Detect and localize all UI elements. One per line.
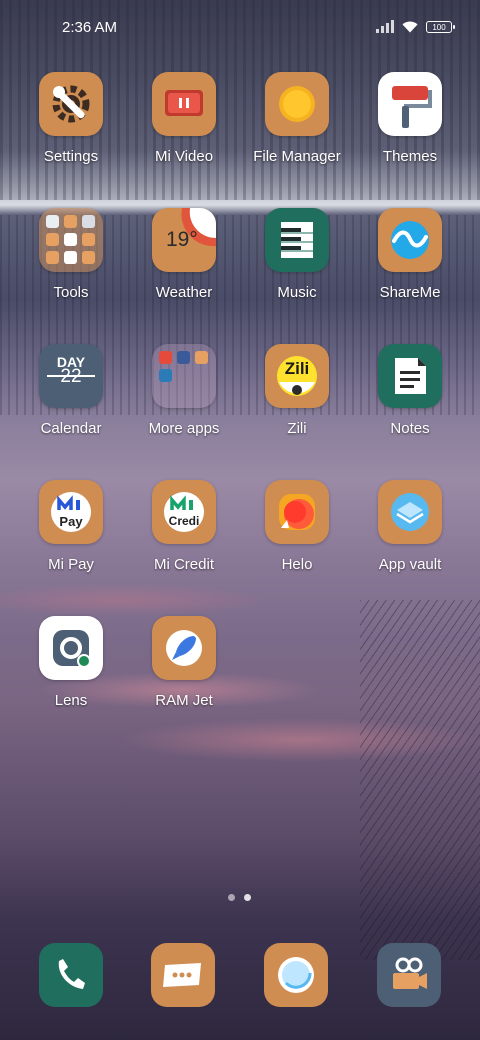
- app-file-manager[interactable]: File Manager: [241, 72, 353, 188]
- app-label: Themes: [382, 148, 438, 165]
- zili-icon: Zili: [265, 344, 329, 408]
- status-time: 2:36 AM: [62, 19, 118, 36]
- themes-icon: [378, 72, 442, 136]
- lens-icon: [39, 616, 103, 680]
- app-ram-jet[interactable]: RAM Jet: [128, 616, 240, 732]
- app-label: Mi Pay: [48, 556, 94, 573]
- app-label: Zili: [287, 420, 307, 437]
- ram-jet-icon: [152, 616, 216, 680]
- dock-messaging[interactable]: [151, 943, 215, 1007]
- app-label: Music: [277, 284, 317, 301]
- app-mi-video[interactable]: Mi Video: [128, 72, 240, 188]
- browser-icon: [264, 943, 328, 1007]
- app-music[interactable]: Music: [241, 208, 353, 324]
- page-dot-2[interactable]: [244, 894, 251, 901]
- mi-video-icon: [152, 72, 216, 136]
- app-zili[interactable]: Zili Zili: [241, 344, 353, 460]
- page-indicator: [228, 894, 251, 901]
- calendar-date: 22: [60, 366, 82, 387]
- dock-phone[interactable]: [39, 943, 103, 1007]
- file-manager-icon: [265, 72, 329, 136]
- status-icons: 100: [376, 20, 455, 33]
- app-label: Weather: [155, 284, 213, 301]
- app-helo[interactable]: Helo: [241, 480, 353, 596]
- camera-icon: [377, 943, 441, 1007]
- app-mi-pay[interactable]: Pay Mi Pay: [15, 480, 127, 596]
- phone-icon: [39, 943, 103, 1007]
- app-tools[interactable]: Tools: [15, 208, 127, 324]
- weather-icon: 19°: [152, 208, 216, 272]
- mi-credit-logo-text: Credi: [168, 514, 200, 528]
- app-label: Mi Video: [154, 148, 214, 165]
- app-notes[interactable]: Notes: [354, 344, 466, 460]
- battery-icon: 100: [426, 20, 455, 33]
- app-label: App vault: [378, 556, 442, 573]
- settings-icon: [39, 72, 103, 136]
- dock-browser[interactable]: [264, 943, 328, 1007]
- page-dot-1[interactable]: [228, 894, 235, 901]
- calendar-icon: DAY 22: [39, 344, 103, 408]
- app-label: RAM Jet: [155, 692, 213, 709]
- zili-logo-text: Zili: [284, 359, 310, 378]
- status-bar: 2:36 AM 100: [0, 0, 480, 56]
- app-label: Lens: [54, 692, 88, 709]
- app-label: Calendar: [40, 420, 102, 437]
- wifi-icon: [402, 21, 418, 33]
- app-vault-icon: [378, 480, 442, 544]
- helo-icon: [265, 480, 329, 544]
- app-label: Settings: [43, 148, 99, 165]
- tools-folder-icon: [39, 208, 103, 272]
- app-weather[interactable]: 19° Weather: [128, 208, 240, 324]
- dock-camera[interactable]: [377, 943, 441, 1007]
- app-app-vault[interactable]: App vault: [354, 480, 466, 596]
- app-more-apps[interactable]: More apps: [128, 344, 240, 460]
- app-mi-credit[interactable]: Credi Mi Credit: [128, 480, 240, 596]
- battery-level: 100: [432, 22, 446, 32]
- app-label: Notes: [390, 420, 430, 437]
- app-label: Mi Credit: [153, 556, 214, 573]
- mi-credit-icon: Credi: [152, 480, 216, 544]
- messaging-icon: [151, 943, 215, 1007]
- app-lens[interactable]: Lens: [15, 616, 127, 732]
- app-label: Helo: [281, 556, 313, 573]
- notes-icon: [378, 344, 442, 408]
- app-shareme[interactable]: ShareMe: [354, 208, 466, 324]
- app-themes[interactable]: Themes: [354, 72, 466, 188]
- app-calendar[interactable]: DAY 22 Calendar: [15, 344, 127, 460]
- signal-icon: [376, 20, 394, 33]
- wallpaper-branches: [360, 600, 480, 960]
- app-settings[interactable]: Settings: [15, 72, 127, 188]
- weather-temperature: 19°: [166, 228, 198, 251]
- app-label: File Manager: [253, 148, 341, 165]
- app-label: More apps: [148, 420, 220, 437]
- music-icon: [265, 208, 329, 272]
- mi-pay-icon: Pay: [39, 480, 103, 544]
- shareme-icon: [378, 208, 442, 272]
- app-label: ShareMe: [379, 284, 441, 301]
- mi-pay-logo-text: Pay: [59, 514, 83, 529]
- app-label: Tools: [53, 284, 89, 301]
- more-apps-folder-icon: [152, 344, 216, 408]
